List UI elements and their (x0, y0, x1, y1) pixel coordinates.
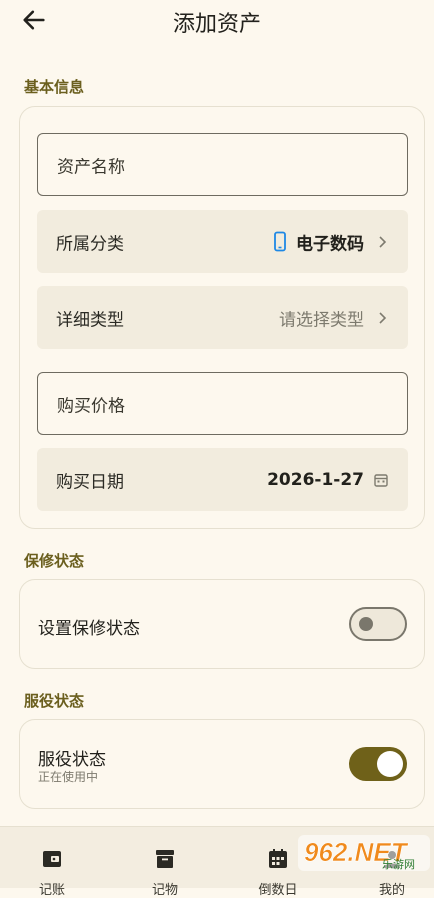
service-card: 服役状态 正在使用中 (19, 719, 425, 809)
section-label-basic: 基本信息 (24, 78, 85, 96)
archive-box-icon (156, 850, 174, 868)
detail-type-label: 详细类型 (56, 310, 124, 330)
purchase-price-placeholder: 购买价格 (57, 396, 125, 416)
service-sub-label: 正在使用中 (38, 770, 99, 784)
service-toggle-label: 服役状态 (38, 750, 106, 770)
purchase-date-value: 2026-1-27 (267, 469, 364, 490)
nav-label: 记物 (151, 883, 178, 898)
phone-icon (274, 231, 286, 252)
category-value-text: 电子数码 (296, 234, 364, 254)
warranty-toggle-switch[interactable] (349, 607, 407, 641)
detail-type-value: 请选择类型 (279, 310, 364, 330)
nav-item-bookkeeping[interactable]: 记账 (12, 827, 92, 898)
purchase-price-input[interactable]: 购买价格 (37, 372, 408, 435)
calendar-icon (269, 849, 287, 868)
wallet-icon (43, 851, 61, 867)
calendar-icon (374, 473, 388, 487)
header: 添加资产 (0, 0, 434, 46)
nav-label: 倒数日 (258, 883, 298, 898)
nav-item-items[interactable]: 记物 (125, 827, 205, 898)
watermark-sub: 乐游网 (382, 858, 415, 871)
detail-type-selector[interactable]: 详细类型 请选择类型 (37, 286, 408, 349)
nav-label: 记账 (38, 883, 65, 898)
asset-name-placeholder: 资产名称 (57, 157, 125, 177)
switch-knob (377, 751, 403, 777)
switch-knob (359, 617, 373, 631)
warranty-toggle-label: 设置保修状态 (38, 619, 140, 639)
warranty-card: 设置保修状态 (19, 579, 425, 669)
service-toggle-switch[interactable] (349, 747, 407, 781)
chevron-right-icon (379, 311, 387, 324)
page-title: 添加资产 (172, 12, 261, 37)
asset-name-input[interactable]: 资产名称 (37, 133, 408, 196)
purchase-date-picker[interactable]: 购买日期 2026-1-27 (37, 448, 408, 511)
watermark-logo: 962.NET 乐游网 (298, 835, 430, 871)
nav-label: 我的 (378, 883, 405, 898)
chevron-right-icon (379, 235, 387, 248)
purchase-date-label: 购买日期 (56, 472, 124, 492)
category-selector[interactable]: 所属分类 电子数码 (37, 210, 408, 273)
section-label-service: 服役状态 (24, 692, 85, 710)
category-value: 电子数码 (274, 229, 364, 254)
section-label-warranty: 保修状态 (24, 552, 85, 570)
category-label: 所属分类 (56, 234, 124, 254)
